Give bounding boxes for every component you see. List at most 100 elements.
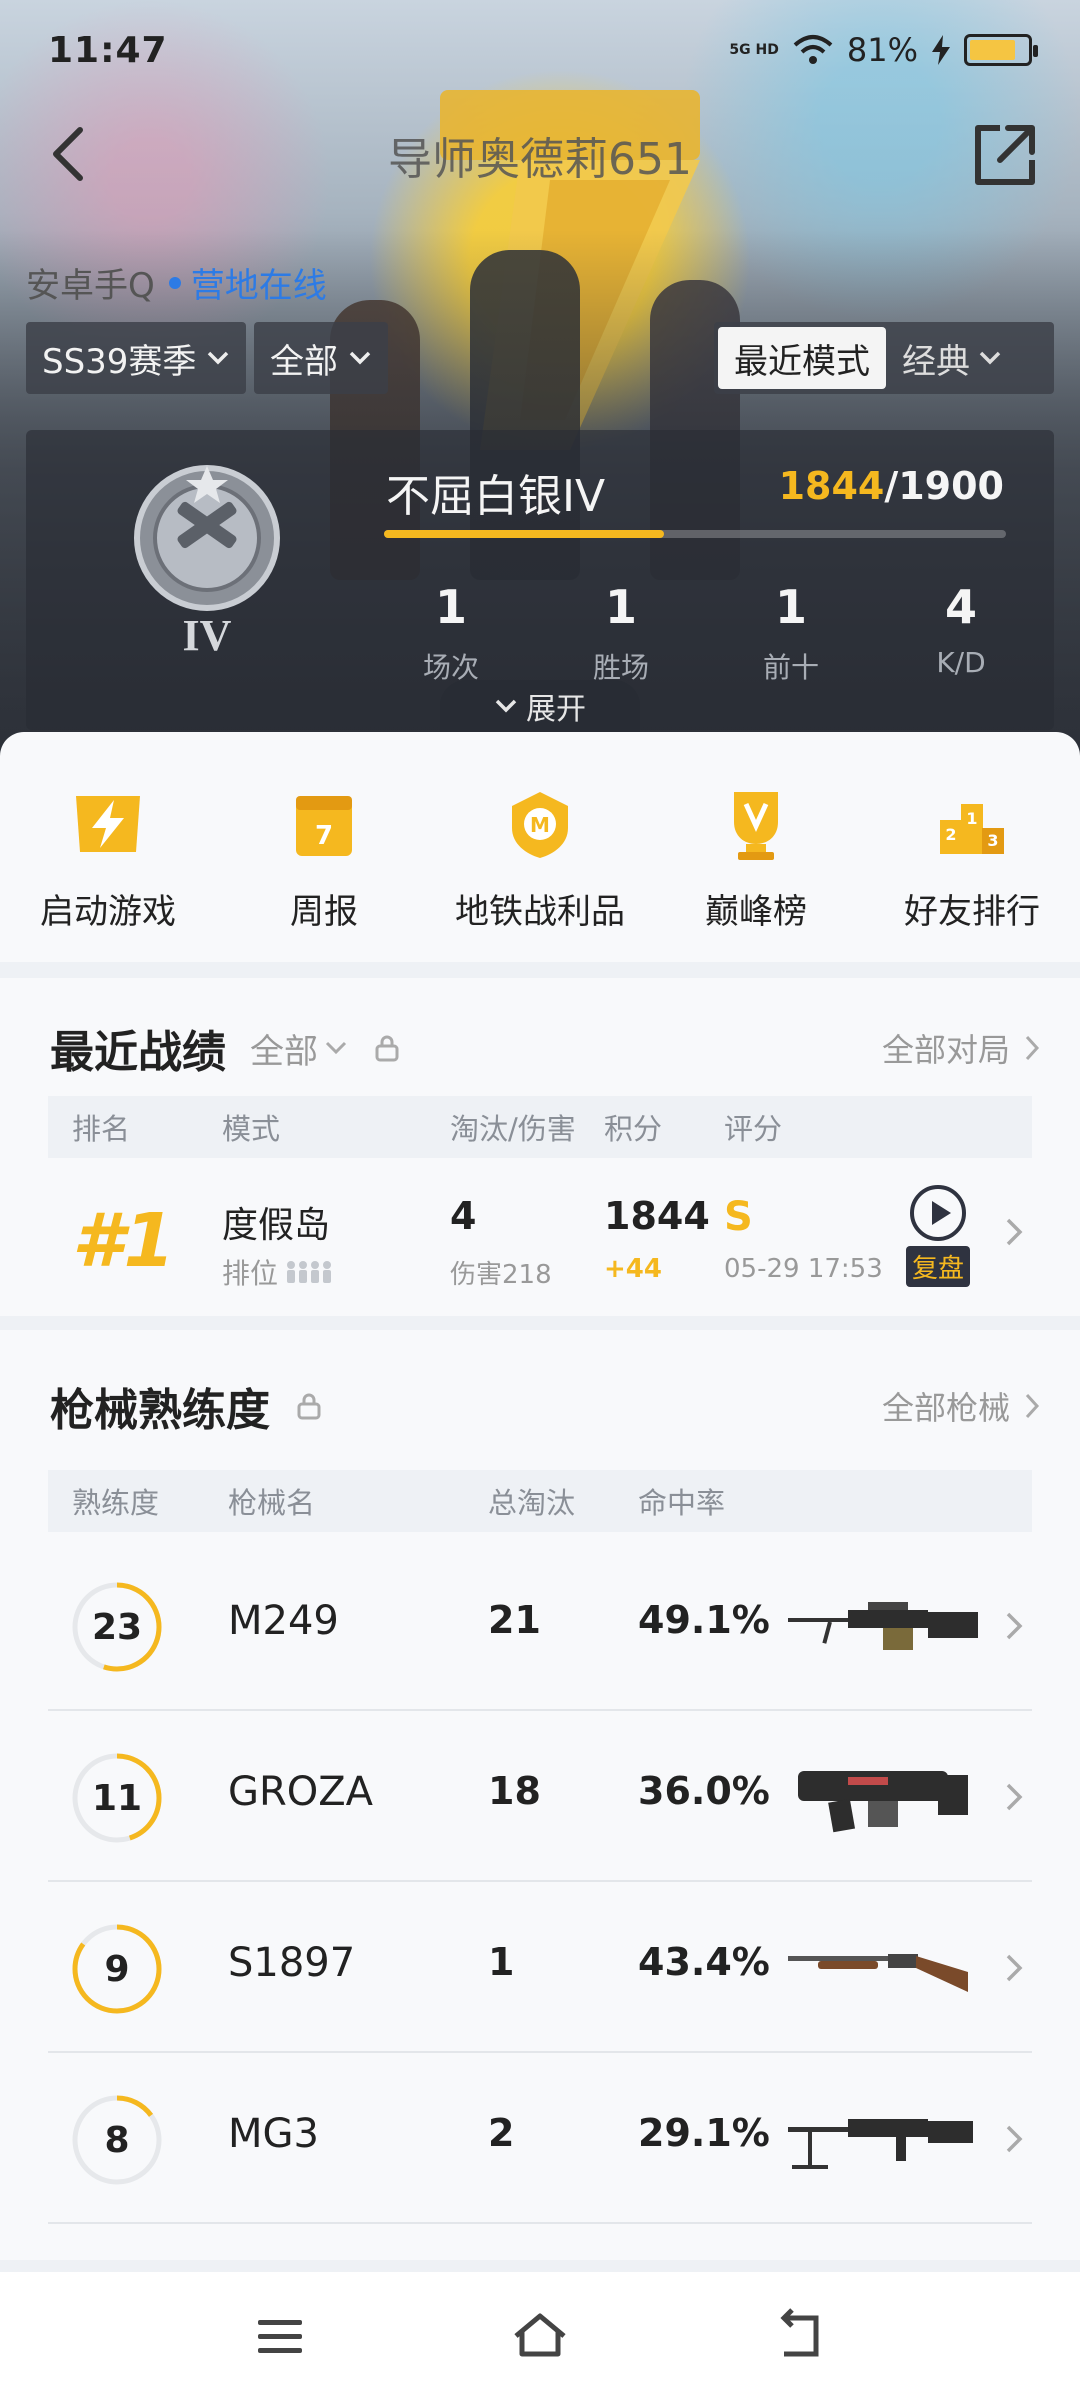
top-nav: 导师奥德莉651 [0, 100, 1080, 210]
section-title: 最近战绩 [50, 1027, 226, 1078]
quick-action-label: 地铁战利品 [455, 892, 625, 932]
replay-button[interactable]: 复盘 [898, 1182, 978, 1292]
weapon-proficiency-section: 枪械熟练度 全部枪械 熟练度 枪械名 总淘汰 命中率 23 M249 21 49… [0, 1330, 1080, 2260]
scope-filter-label: 全部 [270, 341, 338, 382]
recent-filter-label: 全部 [250, 1031, 318, 1072]
stat-wins: 1 胜场 [536, 580, 706, 686]
rank-roman-label: IV [183, 611, 232, 660]
stat-value: 1 [434, 580, 467, 634]
mode-classic-tab[interactable]: 经典 [886, 334, 1018, 383]
battery-icon [964, 34, 1038, 66]
match-map: 度假岛 [222, 1205, 331, 1246]
weapon-kills: 1 [488, 1940, 515, 1984]
quick-action-metro-loot[interactable]: M 地铁战利品 [432, 782, 648, 962]
chevron-right-icon [1025, 1393, 1040, 1419]
weapon-hit-rate: 43.4% [638, 1940, 770, 1984]
column-header: 淘汰/伤害 [450, 1112, 576, 1146]
match-grade: S [724, 1194, 753, 1240]
quick-action-peak-ranking[interactable]: 巅峰榜 [648, 782, 864, 962]
column-header: 命中率 [638, 1486, 726, 1520]
lock-icon[interactable] [372, 1033, 402, 1063]
weapon-row[interactable]: 8 MG3 2 29.1% [48, 2053, 1032, 2224]
column-header: 总淘汰 [488, 1486, 576, 1520]
lock-icon[interactable] [294, 1391, 324, 1421]
chevron-right-icon [1006, 1218, 1023, 1246]
weapon-kills: 18 [488, 1769, 541, 1813]
match-mode-label: 排位 [222, 1257, 279, 1290]
rank-progress-bar [384, 530, 1006, 538]
svg-text:2: 2 [945, 825, 956, 844]
stat-value: 1 [604, 580, 637, 634]
season-filter-dropdown[interactable]: SS39赛季 [26, 322, 247, 394]
weapon-name: MG3 [228, 2111, 319, 2157]
chevron-right-icon [1025, 1035, 1040, 1061]
weapon-hit-rate: 49.1% [638, 1598, 770, 1642]
match-kills: 4 [450, 1194, 477, 1238]
svg-text:3: 3 [987, 831, 998, 850]
chevron-down-icon [495, 699, 517, 713]
quick-action-label: 巅峰榜 [705, 892, 807, 932]
weapon-row[interactable]: 11 GROZA 18 36.0% [48, 1711, 1032, 1882]
share-icon[interactable] [970, 120, 1040, 190]
quick-action-label: 周报 [290, 892, 358, 932]
silver-rank-badge-icon: IV [134, 465, 280, 660]
chevron-down-icon [349, 351, 371, 365]
weapon-table-header: 熟练度 枪械名 总淘汰 命中率 [48, 1470, 1032, 1532]
section-title: 枪械熟练度 [50, 1385, 270, 1436]
mode-classic-label: 经典 [902, 341, 970, 382]
quick-action-launch-game[interactable]: 启动游戏 [0, 782, 216, 962]
chevron-right-icon [1006, 2125, 1023, 2153]
weapon-kills: 2 [488, 2111, 515, 2155]
back-icon[interactable] [770, 2306, 830, 2366]
match-damage: 伤害218 [450, 1260, 552, 1290]
all-matches-link[interactable]: 全部对局 [882, 1025, 1040, 1071]
expand-label: 展开 [526, 692, 586, 727]
weapon-hit-rate: 36.0% [638, 1769, 770, 1813]
rank-points-max: /1900 [884, 464, 1004, 508]
chevron-right-icon [1006, 1783, 1023, 1811]
weapon-kills: 21 [488, 1598, 541, 1642]
player-platform: 安卓手Q [26, 266, 155, 306]
all-matches-label: 全部对局 [881, 1031, 1010, 1069]
expand-button[interactable]: 展开 [440, 680, 640, 732]
weapon-row[interactable]: 23 M249 21 49.1% [48, 1540, 1032, 1711]
calendar-icon: 7 [296, 796, 352, 856]
stat-kd: 4 K/D [876, 580, 1046, 686]
mode-recent-tab[interactable]: 最近模式 [718, 327, 886, 389]
trophy-icon [734, 792, 778, 860]
match-rank: #1 [72, 1198, 175, 1284]
menu-icon[interactable] [250, 2306, 310, 2366]
online-dot-icon [168, 276, 181, 289]
status-time: 11:47 [48, 29, 168, 71]
status-bar: 11:47 5G HD 81% [0, 0, 1080, 100]
home-icon[interactable] [510, 2306, 570, 2366]
match-row[interactable]: #1 度假岛 排位 4 伤害218 1844 +44 S 05-29 17:53… [48, 1168, 1032, 1298]
chevron-down-icon [979, 351, 1001, 365]
all-weapons-label: 全部枪械 [881, 1389, 1010, 1427]
rank-stats: 1 场次 1 胜场 1 前十 4 K/D [366, 580, 1046, 686]
quick-action-friend-ranking[interactable]: 2 1 3 好友排行 [864, 782, 1080, 962]
proficiency-level: 23 [91, 1606, 143, 1648]
podium-icon: 2 1 3 [940, 804, 1004, 854]
stat-value: 4 [944, 580, 977, 634]
battery-percent: 81% [846, 31, 918, 69]
weapon-row[interactable]: 9 S1897 1 43.4% [48, 1882, 1032, 2053]
groza-gun-icon [798, 1771, 968, 1833]
recent-matches-section: 最近战绩 全部 全部对局 排名 模式 淘汰/伤害 积分 评分 #1 度假岛 排位… [0, 978, 1080, 1316]
player-info: 安卓手Q 营地在线 [26, 258, 327, 307]
scope-filter-dropdown[interactable]: 全部 [254, 322, 388, 394]
wifi-icon [793, 35, 833, 64]
recent-filter-dropdown[interactable]: 全部 [250, 1024, 348, 1073]
column-header: 评分 [724, 1112, 783, 1146]
replay-label: 复盘 [905, 1246, 970, 1287]
play-icon [910, 1185, 966, 1241]
all-weapons-link[interactable]: 全部枪械 [882, 1383, 1040, 1429]
proficiency-level: 8 [104, 2119, 130, 2161]
weapon-name: M249 [228, 1598, 339, 1644]
weapon-name: S1897 [228, 1940, 356, 1986]
chevron-down-icon [208, 351, 229, 365]
quick-action-weekly-report[interactable]: 7 周报 [216, 782, 432, 962]
weapon-section-header: 枪械熟练度 全部枪械 [50, 1366, 1040, 1446]
charging-icon [932, 35, 950, 65]
quick-action-label: 好友排行 [904, 892, 1040, 932]
